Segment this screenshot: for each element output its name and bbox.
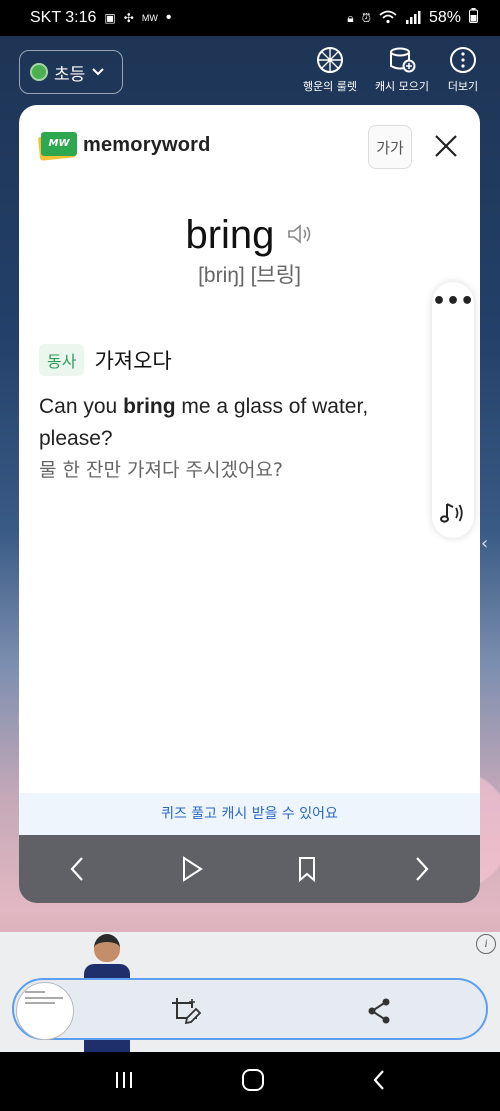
memoryword-logo: MW memoryword	[37, 131, 211, 161]
bookmark-icon	[299, 857, 316, 882]
bookmark-button[interactable]	[287, 849, 327, 889]
side-panel: •••	[432, 282, 474, 538]
collect-cash-label: 캐시 모으기	[374, 80, 430, 93]
more-icon	[428, 46, 498, 78]
part-of-speech-badge: 동사	[39, 344, 85, 376]
back-icon[interactable]	[371, 1068, 387, 1096]
share-icon	[368, 998, 390, 1024]
memoryword-icon: MW	[141, 13, 158, 23]
music-note-icon[interactable]	[438, 498, 468, 528]
gallery-icon: ▣	[104, 11, 116, 25]
crop-edit-icon	[172, 998, 202, 1025]
app-header: 초등 행운의 룰렛 캐시 모으기 더보기	[0, 36, 500, 106]
example-sentence-ko: 물 한 잔만 가져다 주시겠어요?	[39, 459, 284, 481]
grade-dot-icon	[30, 63, 48, 81]
roulette-button[interactable]: 행운의 룰렛	[295, 46, 365, 94]
battery-percent: 58%	[428, 9, 461, 26]
pinwheel-icon: ✣	[123, 11, 134, 25]
grade-label: 초등	[54, 64, 86, 85]
lock-icon: 🔒︎	[347, 10, 354, 25]
roulette-icon	[295, 46, 365, 78]
collect-cash-button[interactable]: 캐시 모으기	[367, 46, 437, 94]
next-button[interactable]	[402, 849, 442, 889]
grade-selector[interactable]: 초등	[19, 50, 123, 94]
word-heading: bring	[19, 213, 480, 258]
chevron-right-icon	[416, 857, 429, 881]
share-button[interactable]	[362, 994, 396, 1028]
example-highlight: bring	[123, 395, 176, 418]
recent-apps-icon[interactable]	[113, 1070, 135, 1094]
edit-screenshot-button[interactable]	[168, 994, 202, 1028]
ad-info-icon[interactable]: i	[476, 934, 496, 954]
pronunciation: [briŋ] [브링]	[198, 264, 301, 287]
floating-toolbar	[12, 978, 488, 1040]
speaker-icon[interactable]	[286, 222, 314, 250]
signal-icon	[405, 10, 421, 27]
close-icon	[435, 135, 457, 157]
roulette-label: 행운의 룰렛	[302, 80, 358, 93]
alarm-icon: ⏰︎	[361, 10, 371, 25]
more-label: 더보기	[447, 80, 479, 93]
notification-dot: •	[165, 9, 172, 26]
home-icon[interactable]	[241, 1068, 265, 1096]
carrier-time: SKT 3:16	[30, 9, 97, 26]
close-button[interactable]	[429, 129, 463, 163]
chevron-left-icon	[70, 857, 83, 881]
wifi-icon	[379, 10, 397, 27]
definition-row: 동사 가져오다	[39, 344, 172, 376]
chevron-down-icon	[91, 62, 105, 82]
status-bar: SKT 3:16 ▣ ✣ MW • 🔒︎ ⏰︎ 58%	[0, 0, 500, 36]
word-meaning: 가져오다	[94, 349, 172, 373]
side-more-button[interactable]: •••	[432, 291, 474, 313]
battery-icon	[469, 8, 478, 28]
play-icon	[182, 856, 203, 882]
card-navigation-bar	[19, 835, 480, 903]
vocab-word: bring	[185, 213, 275, 257]
previous-button[interactable]	[57, 849, 97, 889]
logo-mark-icon: MW	[37, 131, 77, 161]
logo-text: memoryword	[83, 133, 211, 156]
example-sentence-en: Can you bring me a glass of water, pleas…	[39, 395, 369, 450]
edge-panel-handle-icon[interactable]: ‹	[481, 533, 488, 554]
quiz-cash-banner[interactable]: 퀴즈 풀고 캐시 받을 수 있어요	[19, 793, 480, 835]
more-button[interactable]: 더보기	[428, 46, 498, 94]
system-navigation-bar	[0, 1052, 500, 1111]
play-button[interactable]	[172, 849, 212, 889]
font-size-button[interactable]: 가가	[368, 125, 412, 169]
screenshot-thumbnail[interactable]	[16, 982, 74, 1040]
word-card-modal: MW memoryword 가가 bring [briŋ] [브링] ••• 동…	[19, 105, 480, 903]
coins-icon	[367, 46, 437, 78]
